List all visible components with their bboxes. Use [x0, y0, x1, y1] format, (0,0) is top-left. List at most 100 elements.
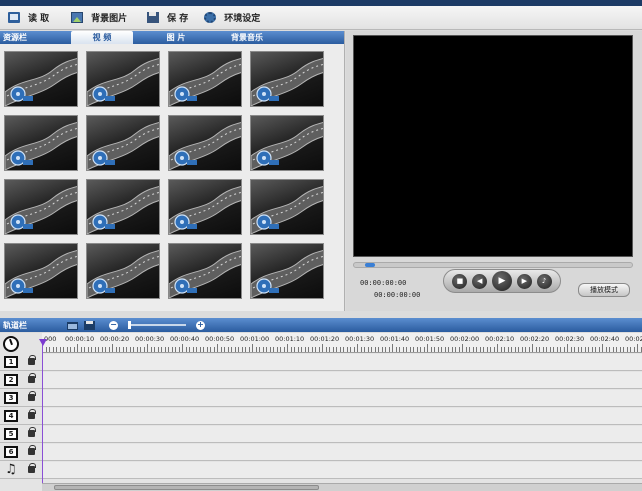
- video-thumbnail-grid: [4, 51, 334, 299]
- playhead-marker[interactable]: [39, 339, 47, 346]
- ruler-tick: [220, 347, 222, 352]
- ruler-tick: [161, 347, 162, 352]
- film-reel-icon: [169, 249, 241, 298]
- seek-bar[interactable]: [353, 262, 633, 268]
- main-toolbar: 读 取 背景图片 保 存 环境设定: [0, 6, 642, 30]
- play-button[interactable]: ▶: [491, 271, 512, 291]
- video-thumbnail[interactable]: [250, 51, 324, 107]
- lock-icon[interactable]: [28, 409, 36, 419]
- ruler-tick: [399, 347, 400, 352]
- video-thumbnail[interactable]: [168, 51, 242, 107]
- ruler-tick: [542, 347, 544, 352]
- ruler-tick: [528, 347, 530, 352]
- ruler-label: 00:00:30: [135, 335, 165, 343]
- ruler-tick: [115, 347, 117, 352]
- save-button[interactable]: 保 存: [141, 8, 194, 28]
- settings-button[interactable]: 环境设定: [198, 8, 266, 28]
- lock-icon[interactable]: [28, 445, 36, 455]
- video-thumbnail[interactable]: [168, 115, 242, 171]
- next-button[interactable]: ▶: [516, 273, 532, 289]
- ruler-tick: [84, 347, 85, 352]
- ruler-tick: [199, 347, 201, 352]
- track-lane[interactable]: [42, 462, 642, 478]
- film-reel-icon: [87, 249, 159, 298]
- zoom-out-button[interactable]: −: [109, 320, 118, 330]
- seek-handle[interactable]: [365, 263, 375, 267]
- ruler-label: 00:01:00: [240, 335, 270, 343]
- ruler-tick: [206, 347, 208, 352]
- ruler-tick: [171, 347, 173, 352]
- video-thumbnail[interactable]: [250, 179, 324, 235]
- lock-icon[interactable]: [28, 373, 36, 383]
- playhead-line[interactable]: [42, 339, 43, 489]
- stop-button[interactable]: ■: [452, 273, 468, 289]
- video-thumbnail[interactable]: [250, 243, 324, 299]
- ruler-tick: [231, 347, 232, 352]
- video-thumbnail[interactable]: [86, 115, 160, 171]
- video-thumbnail[interactable]: [86, 179, 160, 235]
- track-lane[interactable]: [42, 372, 642, 388]
- lock-icon[interactable]: [28, 355, 36, 365]
- ruler-label: 00:01:30: [345, 335, 375, 343]
- ruler-tick: [570, 347, 572, 352]
- zoom-slider-handle[interactable]: [128, 321, 131, 329]
- ruler-tick: [311, 347, 313, 352]
- ruler-tick: [581, 347, 582, 352]
- ruler-tick: [637, 344, 638, 352]
- video-screen: [353, 35, 633, 257]
- lock-icon[interactable]: [28, 463, 36, 473]
- zoom-in-button[interactable]: +: [196, 320, 205, 330]
- ruler-tick: [360, 347, 362, 352]
- folder-icon[interactable]: [67, 321, 78, 330]
- ruler-tick: [378, 347, 379, 352]
- playback-controls: ■ ◀ ▶ ▶ ♪: [443, 269, 561, 293]
- play-mode-button[interactable]: 播放模式: [578, 283, 630, 297]
- track-lane[interactable]: [42, 354, 642, 370]
- ruler-tick: [623, 347, 624, 352]
- track-lane[interactable]: [42, 390, 642, 406]
- tab-video[interactable]: 视 频: [71, 31, 133, 44]
- timeline-scrollbar[interactable]: [42, 483, 642, 491]
- resource-panel: 资源栏 视 频 图 片 背景音乐: [0, 31, 345, 311]
- video-thumbnail[interactable]: [4, 51, 78, 107]
- ruler-tick: [626, 347, 628, 352]
- ruler-tick: [269, 347, 271, 352]
- volume-button[interactable]: ♪: [536, 273, 552, 289]
- video-thumbnail[interactable]: [168, 179, 242, 235]
- film-reel-icon: [169, 185, 241, 234]
- ruler-tick: [175, 347, 176, 352]
- save-track-icon[interactable]: [84, 320, 95, 330]
- lock-icon[interactable]: [28, 427, 36, 437]
- video-thumbnail[interactable]: [168, 243, 242, 299]
- ruler-tick: [395, 347, 397, 352]
- ruler-tick: [133, 347, 134, 352]
- video-thumbnail[interactable]: [4, 243, 78, 299]
- background-image-button[interactable]: 背景图片: [65, 8, 133, 28]
- tab-image[interactable]: 图 片: [145, 31, 207, 44]
- ruler-tick: [402, 347, 404, 352]
- tab-background-music[interactable]: 背景音乐: [211, 31, 283, 44]
- timeline-scroll-thumb[interactable]: [54, 485, 319, 490]
- track-lane[interactable]: [42, 444, 642, 460]
- film-reel-icon: [251, 249, 323, 298]
- video-thumbnail[interactable]: [250, 115, 324, 171]
- lock-icon[interactable]: [28, 391, 36, 401]
- video-thumbnail[interactable]: [4, 115, 78, 171]
- ruler-tick: [423, 347, 425, 352]
- video-thumbnail[interactable]: [86, 51, 160, 107]
- resource-panel-title: 资源栏: [3, 33, 27, 42]
- ruler-tick: [630, 347, 631, 352]
- film-reel-icon: [87, 121, 159, 170]
- time-ruler[interactable]: 000 00:00:10 00:00:20 00:00:30 00:00:40 00:00…: [42, 333, 642, 353]
- previous-button[interactable]: ◀: [472, 273, 488, 289]
- track-number-icon: 6: [4, 446, 18, 458]
- zoom-slider[interactable]: [128, 321, 186, 329]
- ruler-tick: [325, 347, 327, 352]
- track-lane[interactable]: [42, 408, 642, 424]
- video-thumbnail[interactable]: [86, 243, 160, 299]
- ruler-tick: [409, 347, 411, 352]
- track-lane[interactable]: [42, 426, 642, 442]
- video-thumbnail[interactable]: [4, 179, 78, 235]
- track-area: 000 00:00:10 00:00:20 00:00:30 00:00:40 00:00…: [0, 333, 642, 491]
- open-button[interactable]: 读 取: [2, 8, 55, 28]
